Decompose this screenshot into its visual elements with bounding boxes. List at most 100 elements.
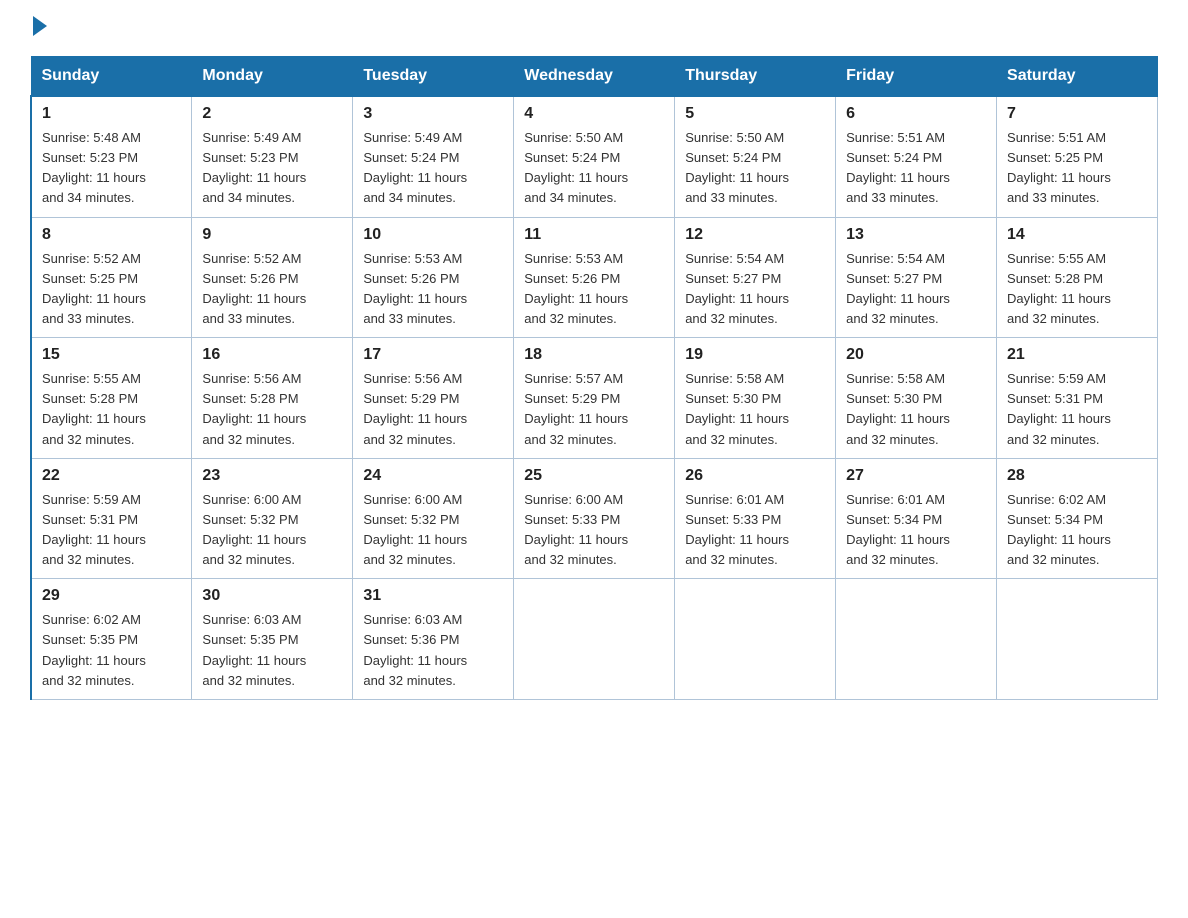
calendar-week-row: 22 Sunrise: 5:59 AMSunset: 5:31 PMDaylig… <box>31 458 1158 579</box>
calendar-cell: 31 Sunrise: 6:03 AMSunset: 5:36 PMDaylig… <box>353 579 514 700</box>
day-info: Sunrise: 5:48 AMSunset: 5:23 PMDaylight:… <box>42 130 146 205</box>
day-number: 5 <box>685 105 825 123</box>
calendar-cell: 13 Sunrise: 5:54 AMSunset: 5:27 PMDaylig… <box>836 217 997 338</box>
calendar-cell <box>997 579 1158 700</box>
calendar-cell: 25 Sunrise: 6:00 AMSunset: 5:33 PMDaylig… <box>514 458 675 579</box>
day-info: Sunrise: 5:58 AMSunset: 5:30 PMDaylight:… <box>685 371 789 446</box>
day-info: Sunrise: 5:53 AMSunset: 5:26 PMDaylight:… <box>524 251 628 326</box>
calendar-cell: 24 Sunrise: 6:00 AMSunset: 5:32 PMDaylig… <box>353 458 514 579</box>
calendar-cell: 21 Sunrise: 5:59 AMSunset: 5:31 PMDaylig… <box>997 338 1158 459</box>
calendar-week-row: 29 Sunrise: 6:02 AMSunset: 5:35 PMDaylig… <box>31 579 1158 700</box>
day-info: Sunrise: 5:59 AMSunset: 5:31 PMDaylight:… <box>42 492 146 567</box>
day-info: Sunrise: 5:51 AMSunset: 5:24 PMDaylight:… <box>846 130 950 205</box>
day-info: Sunrise: 6:03 AMSunset: 5:35 PMDaylight:… <box>202 612 306 687</box>
day-info: Sunrise: 5:58 AMSunset: 5:30 PMDaylight:… <box>846 371 950 446</box>
calendar-cell: 15 Sunrise: 5:55 AMSunset: 5:28 PMDaylig… <box>31 338 192 459</box>
day-number: 12 <box>685 226 825 244</box>
logo <box>30 20 47 36</box>
header-wednesday: Wednesday <box>514 57 675 97</box>
calendar-cell: 29 Sunrise: 6:02 AMSunset: 5:35 PMDaylig… <box>31 579 192 700</box>
day-info: Sunrise: 5:56 AMSunset: 5:28 PMDaylight:… <box>202 371 306 446</box>
day-info: Sunrise: 6:02 AMSunset: 5:35 PMDaylight:… <box>42 612 146 687</box>
day-number: 25 <box>524 467 664 485</box>
calendar-cell: 7 Sunrise: 5:51 AMSunset: 5:25 PMDayligh… <box>997 96 1158 217</box>
day-info: Sunrise: 5:50 AMSunset: 5:24 PMDaylight:… <box>524 130 628 205</box>
calendar-cell: 30 Sunrise: 6:03 AMSunset: 5:35 PMDaylig… <box>192 579 353 700</box>
calendar-cell: 10 Sunrise: 5:53 AMSunset: 5:26 PMDaylig… <box>353 217 514 338</box>
day-number: 30 <box>202 587 342 605</box>
day-number: 23 <box>202 467 342 485</box>
calendar-cell: 18 Sunrise: 5:57 AMSunset: 5:29 PMDaylig… <box>514 338 675 459</box>
day-info: Sunrise: 5:54 AMSunset: 5:27 PMDaylight:… <box>685 251 789 326</box>
calendar-cell: 17 Sunrise: 5:56 AMSunset: 5:29 PMDaylig… <box>353 338 514 459</box>
day-number: 7 <box>1007 105 1147 123</box>
header-saturday: Saturday <box>997 57 1158 97</box>
calendar-cell: 4 Sunrise: 5:50 AMSunset: 5:24 PMDayligh… <box>514 96 675 217</box>
day-number: 11 <box>524 226 664 244</box>
day-info: Sunrise: 5:52 AMSunset: 5:26 PMDaylight:… <box>202 251 306 326</box>
calendar-cell: 9 Sunrise: 5:52 AMSunset: 5:26 PMDayligh… <box>192 217 353 338</box>
day-number: 18 <box>524 346 664 364</box>
day-number: 4 <box>524 105 664 123</box>
day-info: Sunrise: 6:00 AMSunset: 5:33 PMDaylight:… <box>524 492 628 567</box>
day-number: 22 <box>42 467 181 485</box>
day-number: 28 <box>1007 467 1147 485</box>
calendar-cell: 28 Sunrise: 6:02 AMSunset: 5:34 PMDaylig… <box>997 458 1158 579</box>
calendar-cell: 1 Sunrise: 5:48 AMSunset: 5:23 PMDayligh… <box>31 96 192 217</box>
day-info: Sunrise: 5:59 AMSunset: 5:31 PMDaylight:… <box>1007 371 1111 446</box>
header <box>30 20 1158 36</box>
calendar-header-row: SundayMondayTuesdayWednesdayThursdayFrid… <box>31 57 1158 97</box>
day-number: 24 <box>363 467 503 485</box>
day-info: Sunrise: 5:56 AMSunset: 5:29 PMDaylight:… <box>363 371 467 446</box>
day-number: 9 <box>202 226 342 244</box>
day-number: 15 <box>42 346 181 364</box>
day-info: Sunrise: 5:57 AMSunset: 5:29 PMDaylight:… <box>524 371 628 446</box>
day-number: 8 <box>42 226 181 244</box>
day-info: Sunrise: 6:02 AMSunset: 5:34 PMDaylight:… <box>1007 492 1111 567</box>
day-number: 29 <box>42 587 181 605</box>
header-tuesday: Tuesday <box>353 57 514 97</box>
day-number: 21 <box>1007 346 1147 364</box>
day-number: 27 <box>846 467 986 485</box>
day-number: 31 <box>363 587 503 605</box>
day-info: Sunrise: 5:49 AMSunset: 5:23 PMDaylight:… <box>202 130 306 205</box>
calendar-week-row: 1 Sunrise: 5:48 AMSunset: 5:23 PMDayligh… <box>31 96 1158 217</box>
header-thursday: Thursday <box>675 57 836 97</box>
day-info: Sunrise: 5:53 AMSunset: 5:26 PMDaylight:… <box>363 251 467 326</box>
header-monday: Monday <box>192 57 353 97</box>
day-info: Sunrise: 5:55 AMSunset: 5:28 PMDaylight:… <box>1007 251 1111 326</box>
logo-triangle-icon <box>33 16 47 36</box>
calendar-cell: 23 Sunrise: 6:00 AMSunset: 5:32 PMDaylig… <box>192 458 353 579</box>
day-number: 3 <box>363 105 503 123</box>
day-info: Sunrise: 5:49 AMSunset: 5:24 PMDaylight:… <box>363 130 467 205</box>
day-info: Sunrise: 6:00 AMSunset: 5:32 PMDaylight:… <box>363 492 467 567</box>
calendar-cell: 20 Sunrise: 5:58 AMSunset: 5:30 PMDaylig… <box>836 338 997 459</box>
day-info: Sunrise: 5:54 AMSunset: 5:27 PMDaylight:… <box>846 251 950 326</box>
calendar-cell: 12 Sunrise: 5:54 AMSunset: 5:27 PMDaylig… <box>675 217 836 338</box>
day-info: Sunrise: 5:55 AMSunset: 5:28 PMDaylight:… <box>42 371 146 446</box>
day-number: 13 <box>846 226 986 244</box>
calendar-week-row: 15 Sunrise: 5:55 AMSunset: 5:28 PMDaylig… <box>31 338 1158 459</box>
day-info: Sunrise: 6:00 AMSunset: 5:32 PMDaylight:… <box>202 492 306 567</box>
calendar-cell: 3 Sunrise: 5:49 AMSunset: 5:24 PMDayligh… <box>353 96 514 217</box>
calendar-cell: 22 Sunrise: 5:59 AMSunset: 5:31 PMDaylig… <box>31 458 192 579</box>
calendar-cell: 26 Sunrise: 6:01 AMSunset: 5:33 PMDaylig… <box>675 458 836 579</box>
calendar-cell: 14 Sunrise: 5:55 AMSunset: 5:28 PMDaylig… <box>997 217 1158 338</box>
day-number: 26 <box>685 467 825 485</box>
calendar-cell: 6 Sunrise: 5:51 AMSunset: 5:24 PMDayligh… <box>836 96 997 217</box>
calendar-cell <box>675 579 836 700</box>
day-number: 1 <box>42 105 181 123</box>
day-number: 19 <box>685 346 825 364</box>
calendar-cell: 27 Sunrise: 6:01 AMSunset: 5:34 PMDaylig… <box>836 458 997 579</box>
header-sunday: Sunday <box>31 57 192 97</box>
day-info: Sunrise: 5:52 AMSunset: 5:25 PMDaylight:… <box>42 251 146 326</box>
calendar-cell: 16 Sunrise: 5:56 AMSunset: 5:28 PMDaylig… <box>192 338 353 459</box>
day-number: 2 <box>202 105 342 123</box>
calendar-table: SundayMondayTuesdayWednesdayThursdayFrid… <box>30 56 1158 700</box>
day-number: 14 <box>1007 226 1147 244</box>
day-number: 17 <box>363 346 503 364</box>
day-info: Sunrise: 5:50 AMSunset: 5:24 PMDaylight:… <box>685 130 789 205</box>
calendar-cell: 8 Sunrise: 5:52 AMSunset: 5:25 PMDayligh… <box>31 217 192 338</box>
day-number: 16 <box>202 346 342 364</box>
calendar-cell <box>514 579 675 700</box>
